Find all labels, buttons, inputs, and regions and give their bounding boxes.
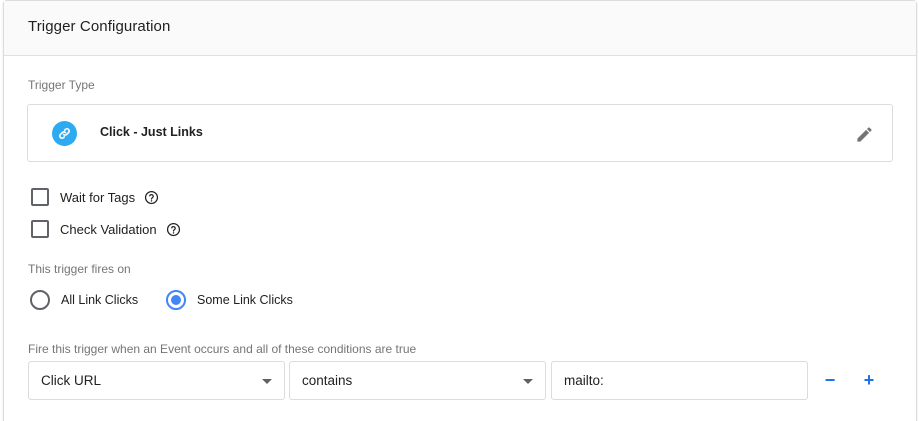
check-validation-option[interactable]: Check Validation bbox=[31, 219, 181, 239]
operator-select[interactable]: contains bbox=[289, 361, 546, 400]
card-header: Trigger Configuration bbox=[4, 1, 916, 56]
check-validation-checkbox[interactable] bbox=[31, 220, 49, 238]
some-link-clicks-option[interactable]: Some Link Clicks bbox=[166, 289, 293, 311]
trigger-type-name: Click - Just Links bbox=[100, 125, 203, 139]
help-icon[interactable] bbox=[144, 190, 159, 205]
dropdown-caret-icon bbox=[523, 379, 533, 384]
trigger-type-label: Trigger Type bbox=[28, 78, 95, 92]
wait-for-tags-label: Wait for Tags bbox=[60, 189, 136, 205]
check-validation-label: Check Validation bbox=[60, 221, 157, 237]
pencil-icon[interactable] bbox=[853, 123, 875, 145]
wait-for-tags-option[interactable]: Wait for Tags bbox=[31, 187, 159, 207]
trigger-configuration-card: Trigger Configuration Trigger Type Click… bbox=[3, 0, 917, 421]
operator-select-value: contains bbox=[302, 373, 353, 388]
help-icon[interactable] bbox=[166, 222, 181, 237]
wait-for-tags-checkbox[interactable] bbox=[31, 188, 49, 206]
add-condition-button[interactable]: + bbox=[859, 370, 879, 390]
fires-on-label: This trigger fires on bbox=[28, 262, 131, 276]
trigger-type-selector[interactable]: Click - Just Links bbox=[27, 104, 893, 162]
all-link-clicks-radio[interactable] bbox=[30, 290, 50, 310]
conditions-label: Fire this trigger when an Event occurs a… bbox=[28, 342, 417, 356]
condition-value-input[interactable] bbox=[551, 361, 808, 400]
remove-condition-button[interactable]: − bbox=[820, 370, 840, 390]
some-link-clicks-label: Some Link Clicks bbox=[197, 293, 293, 307]
dropdown-caret-icon bbox=[262, 379, 272, 384]
variable-select[interactable]: Click URL bbox=[28, 361, 285, 400]
link-icon bbox=[52, 121, 77, 146]
some-link-clicks-radio[interactable] bbox=[166, 290, 186, 310]
card-title: Trigger Configuration bbox=[28, 18, 171, 35]
all-link-clicks-label: All Link Clicks bbox=[61, 293, 139, 307]
variable-select-value: Click URL bbox=[41, 373, 102, 388]
all-link-clicks-option[interactable]: All Link Clicks bbox=[30, 289, 138, 311]
